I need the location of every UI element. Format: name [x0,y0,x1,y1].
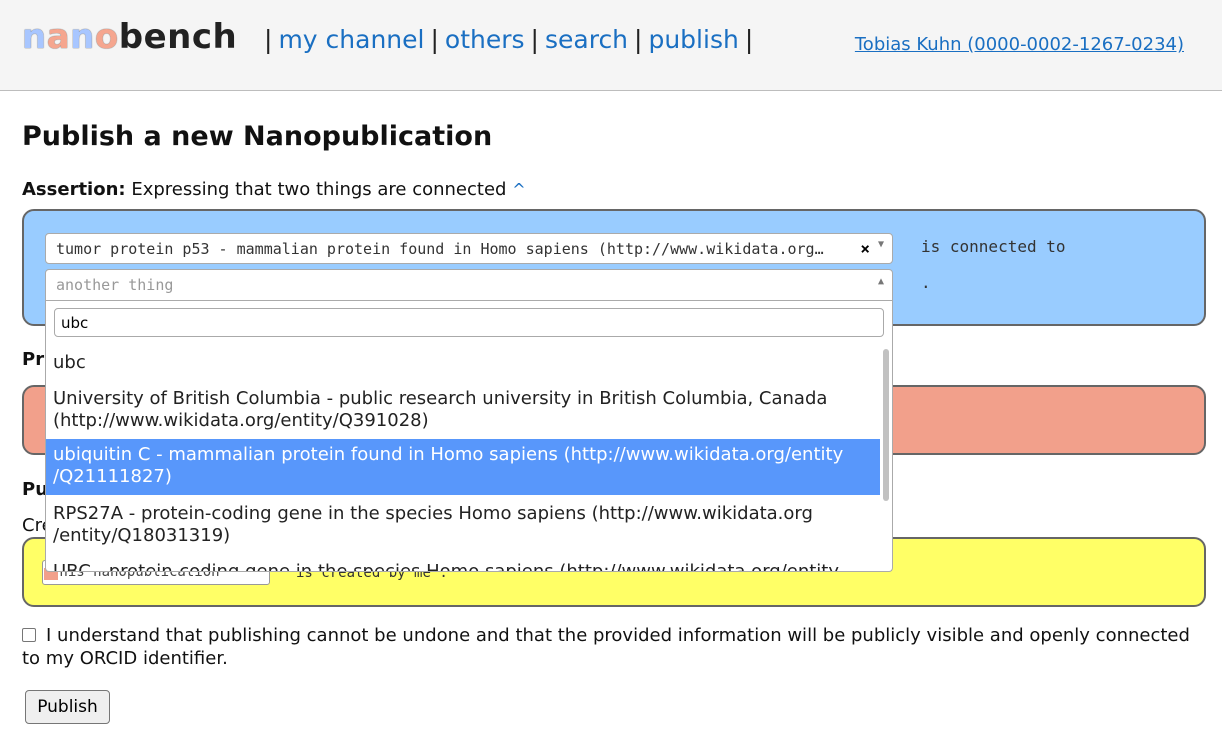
subject-select[interactable]: tumor protein p53 - mammalian protein fo… [45,233,893,264]
logo-letter: n [70,17,95,57]
nav-separator: | [530,25,539,54]
logo[interactable]: nanobench [22,17,237,57]
dropdown-option-highlighted[interactable]: ubiquitin C - mammalian protein found in… [46,439,880,495]
dropdown-option[interactable]: University of British Columbia - public … [46,388,880,432]
logo-letter: n [22,17,47,57]
nav-separator: | [744,25,754,54]
main-nav: | my channel | others | search | publish | [258,25,759,54]
provenance-heading-partial: Pr [22,349,44,370]
page-title: Publish a new Nanopublication [22,121,493,152]
logo-bench: bench [118,17,238,57]
nav-separator: | [430,25,439,54]
consent-checkbox[interactable] [22,628,36,642]
nav-search[interactable]: search [545,25,628,54]
provenance-label: Pr [22,349,45,370]
user-profile-link[interactable]: Tobias Kuhn (0000-0002-1267-0234) [855,34,1184,55]
logo-letter: o [94,17,119,57]
chevron-down-icon[interactable]: ▼ [878,239,884,250]
consent-text: I understand that publishing cannot be u… [22,625,1190,669]
dropdown-search-input[interactable] [54,308,884,337]
subject-select-value: tumor protein p53 - mammalian protein fo… [56,240,831,258]
nav-my-channel[interactable]: my channel [278,25,424,54]
assertion-heading: Assertion: Expressing that two things ar… [22,179,526,200]
nav-separator: | [264,25,273,54]
collapse-caret-icon[interactable]: ^ [512,180,525,199]
chevron-up-icon[interactable]: ▲ [878,276,884,287]
nav-publish[interactable]: publish [648,25,738,54]
dropdown-option[interactable]: UBC - protein-coding gene in the species… [46,561,880,571]
statement-period: . [921,273,931,292]
logo-letter: a [46,17,71,57]
consent-row: I understand that publishing cannot be u… [22,624,1207,670]
clear-icon[interactable]: × [860,239,870,258]
object-select[interactable]: another thing ▲ [45,269,893,301]
top-bar: nanobench | my channel | others | search | publ… [0,0,1222,91]
assertion-template-name: Expressing that two things are connected [131,179,507,200]
object-select-placeholder: another thing [56,276,174,294]
dropdown-option[interactable]: ubc [46,352,880,374]
nav-separator: | [634,25,643,54]
dropdown-option[interactable]: RPS27A - protein-coding gene in the spec… [46,503,880,547]
dropdown-scrollbar[interactable] [883,349,889,501]
object-dropdown: ubc University of British Columbia - pub… [45,301,893,572]
nav-others[interactable]: others [445,25,525,54]
assertion-label: Assertion: [22,179,126,200]
publish-button[interactable]: Publish [25,690,110,724]
predicate-label: is connected to [921,237,1066,256]
